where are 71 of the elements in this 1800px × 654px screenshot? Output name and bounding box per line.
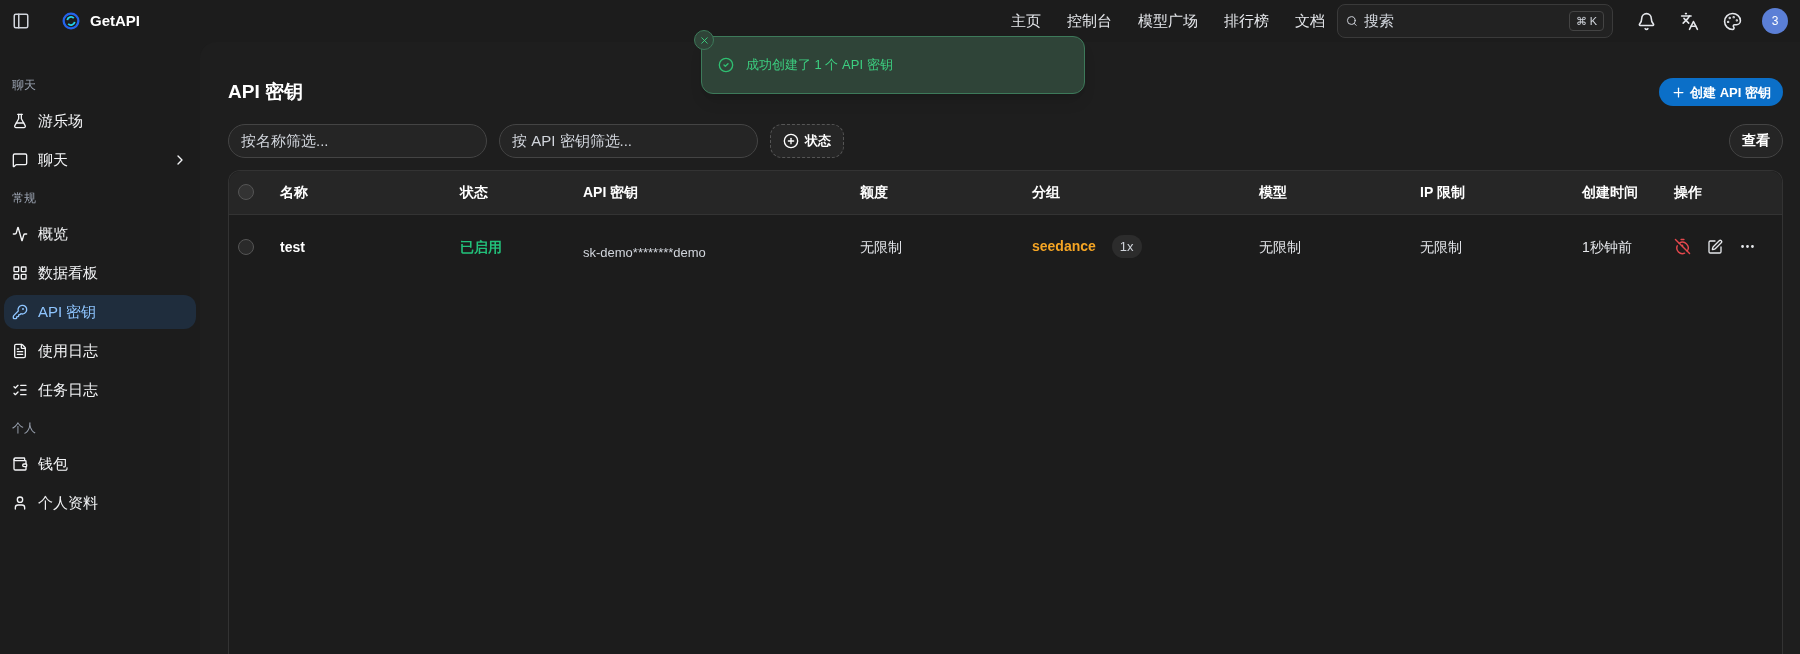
document-icon [12,343,28,359]
toast-close-button[interactable] [694,30,714,50]
notification-icon[interactable] [1637,11,1656,31]
sidebar-item[interactable]: 概览 [4,217,196,251]
sidebar-section-title: 个人 [11,420,37,437]
logo-icon [60,10,82,32]
nav-link[interactable]: 模型广场 [1138,9,1198,33]
sidebar-toggle-icon[interactable] [12,12,30,30]
edit-icon[interactable] [1707,238,1723,255]
column-header: 分组 [1032,182,1061,202]
column-header: IP 限制 [1420,182,1466,202]
column-header: 状态 [460,182,489,202]
checklist-icon [12,382,28,398]
grid-icon [12,265,28,281]
search-input[interactable]: 搜索 [1363,9,1563,33]
filter-field[interactable]: 按 API 密钥筛选... [499,123,758,158]
table-cell: 1秒钟前 [1582,238,1632,255]
nav-link[interactable]: 主页 [1011,9,1041,33]
column-header: 额度 [860,182,889,202]
shortcut-key: ⌘ K [1568,10,1604,32]
table-cell: 无限制 [1420,238,1462,255]
sidebar-item[interactable]: 聊天 [4,143,196,177]
group-name: seedance [1032,237,1096,256]
status-filter-button[interactable]: 状态 [770,123,844,158]
table-cell: test [280,238,305,255]
api-key-text: sk-demo********demo [583,244,706,260]
toast-message: 成功创建了 1 个 API 密钥 [746,56,893,75]
chat-icon [12,152,28,168]
plus-icon [1671,84,1687,100]
sidebar-item[interactable]: 游乐场 [4,104,196,138]
sidebar-item[interactable]: 钱包 [4,447,196,481]
search-field[interactable]: 搜索 ⌘ K [1337,4,1613,38]
view-button[interactable]: 查看 [1729,123,1783,158]
filter-field[interactable]: 按名称筛选... [228,123,487,158]
palette-icon[interactable] [1723,11,1742,31]
sidebar-item[interactable]: 使用日志 [4,334,196,368]
key-icon [12,304,28,320]
success-icon [718,57,734,73]
close-icon [698,34,710,46]
column-header: 操作 [1674,182,1703,202]
sidebar-item[interactable]: API 密钥 [4,295,196,329]
search-icon [1346,13,1358,29]
column-header: 模型 [1259,182,1288,202]
select-all-checkbox[interactable] [238,184,254,200]
pulse-icon [12,226,28,242]
disable-timer-icon[interactable] [1674,238,1691,255]
column-header: 创建时间 [1582,182,1639,202]
row-checkbox[interactable] [238,238,254,255]
sidebar-item[interactable]: 任务日志 [4,373,196,407]
sidebar-section-title: 常规 [11,190,37,207]
brand-name: GetAPI [90,10,140,31]
flask-icon [12,113,28,129]
status-text: 已启用 [460,238,502,255]
page-title: API 密钥 [228,80,303,104]
nav-link[interactable]: 排行榜 [1224,9,1269,33]
nav-link[interactable]: 文档 [1295,9,1325,33]
column-header: 名称 [280,182,309,202]
sidebar-item[interactable]: 个人资料 [4,486,196,520]
user-avatar[interactable]: 3 [1762,8,1788,34]
ratio-badge: 1x [1111,234,1142,259]
wallet-icon [12,456,28,472]
table-cell: 无限制 [1259,238,1301,255]
create-key-button[interactable]: 创建 API 密钥 [1659,78,1783,107]
column-header: API 密钥 [583,182,640,202]
plus-circle-icon [783,132,799,149]
user-icon [12,495,28,511]
nav-link[interactable]: 控制台 [1067,9,1112,33]
sidebar-section-title: 聊天 [11,77,37,94]
table-cell: 无限制 [860,238,902,255]
sidebar-item[interactable]: 数据看板 [4,256,196,290]
translate-icon[interactable] [1680,11,1699,31]
